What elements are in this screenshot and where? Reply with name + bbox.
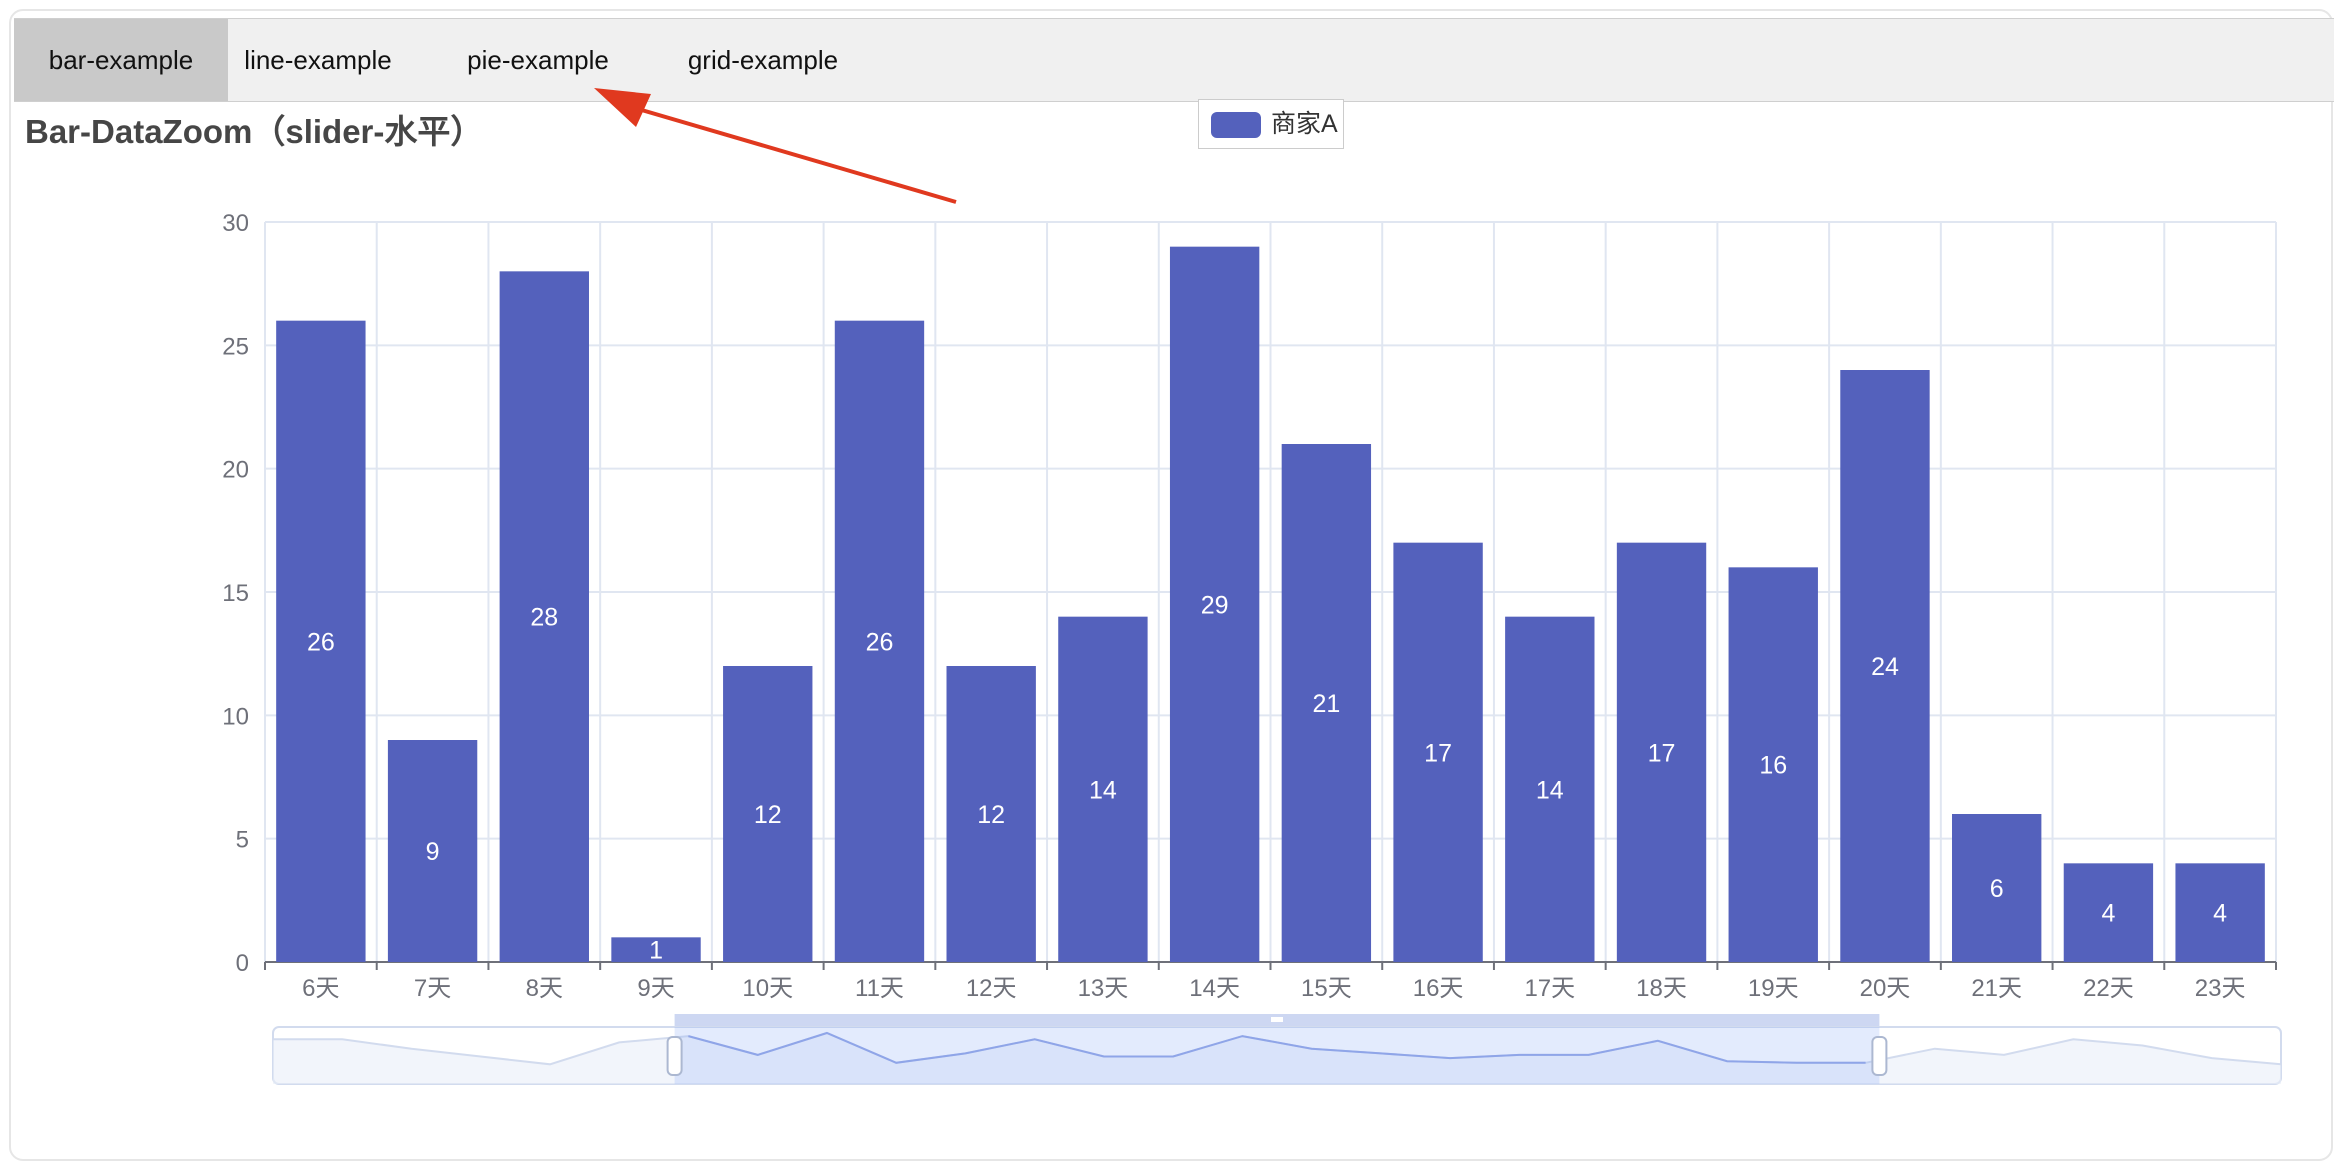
arrow-head [594, 88, 651, 127]
arrow-shaft [627, 104, 957, 204]
annotation-arrow [594, 88, 957, 204]
